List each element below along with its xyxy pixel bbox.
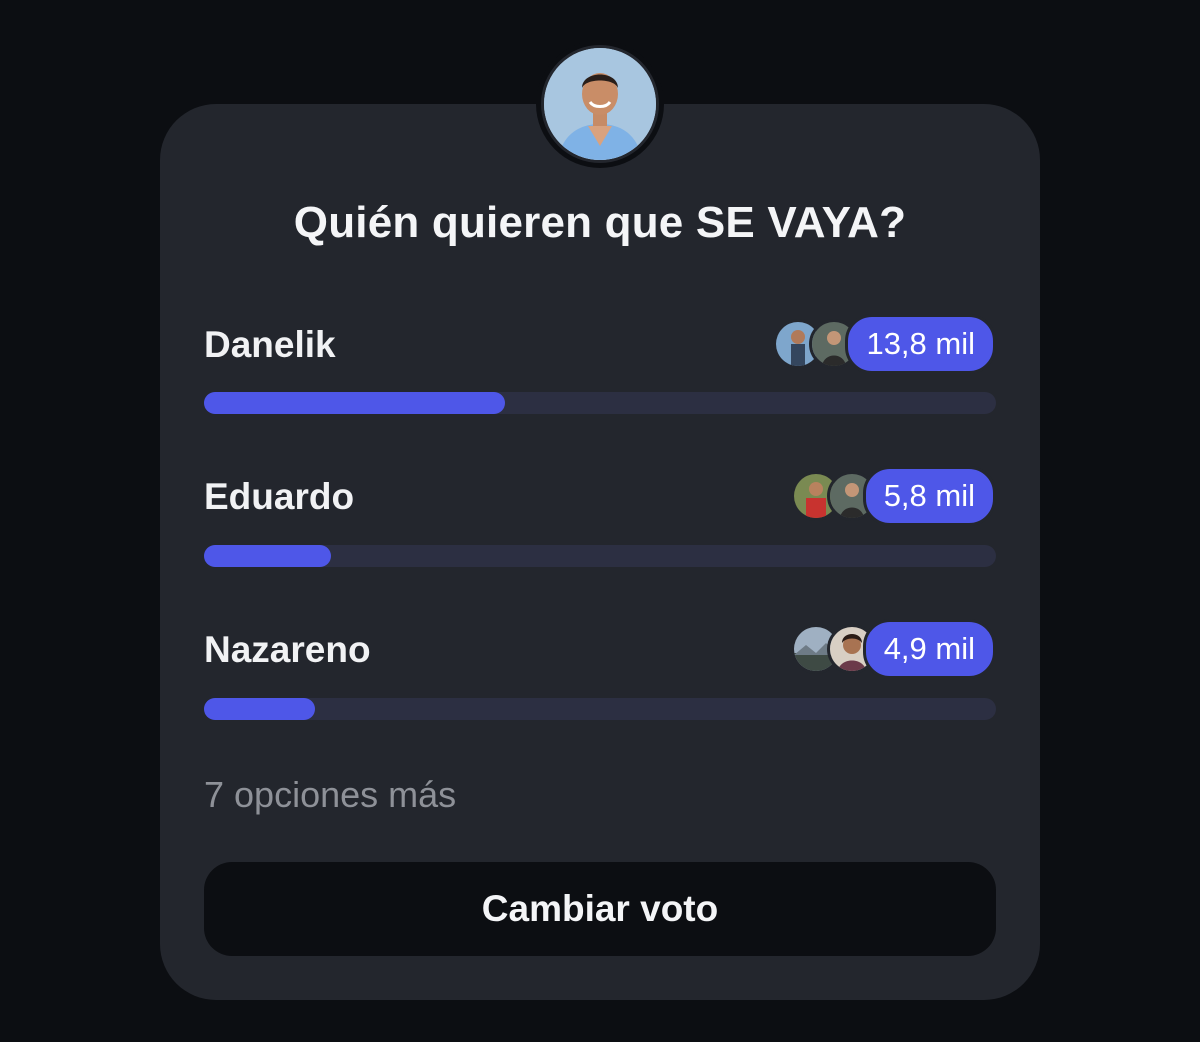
creator-photo (541, 45, 659, 163)
vote-progress-fill (204, 545, 331, 567)
poll-screen: Quién quieren que SE VAYA? Danelik 13,8 … (0, 0, 1200, 1042)
vote-count-badge: 5,8 mil (862, 466, 996, 526)
more-options-link[interactable]: 7 opciones más (204, 774, 456, 816)
voter-summary[interactable]: 5,8 mil (790, 466, 996, 526)
creator-avatar[interactable] (536, 40, 664, 168)
vote-progress-fill (204, 698, 315, 720)
poll-option-eduardo[interactable]: Eduardo 5,8 mil (204, 466, 996, 568)
vote-progress-fill (204, 392, 505, 414)
option-label: Nazareno (204, 629, 371, 670)
poll-option-nazareno[interactable]: Nazareno 4,9 mil (204, 619, 996, 721)
voter-summary[interactable]: 13,8 mil (773, 314, 996, 374)
vote-count-badge: 4,9 mil (862, 619, 996, 679)
poll-option-danelik[interactable]: Danelik 13,8 mil (204, 314, 996, 416)
vote-progress-track (204, 698, 996, 720)
vote-progress-track (204, 545, 996, 567)
poll-question: Quién quieren que SE VAYA? (293, 198, 907, 247)
option-label: Eduardo (204, 476, 355, 517)
option-label: Danelik (204, 324, 336, 365)
vote-progress-track (204, 392, 996, 414)
voter-summary[interactable]: 4,9 mil (790, 619, 996, 679)
change-vote-button[interactable]: Cambiar voto (204, 862, 996, 956)
vote-count-badge: 13,8 mil (845, 314, 996, 374)
